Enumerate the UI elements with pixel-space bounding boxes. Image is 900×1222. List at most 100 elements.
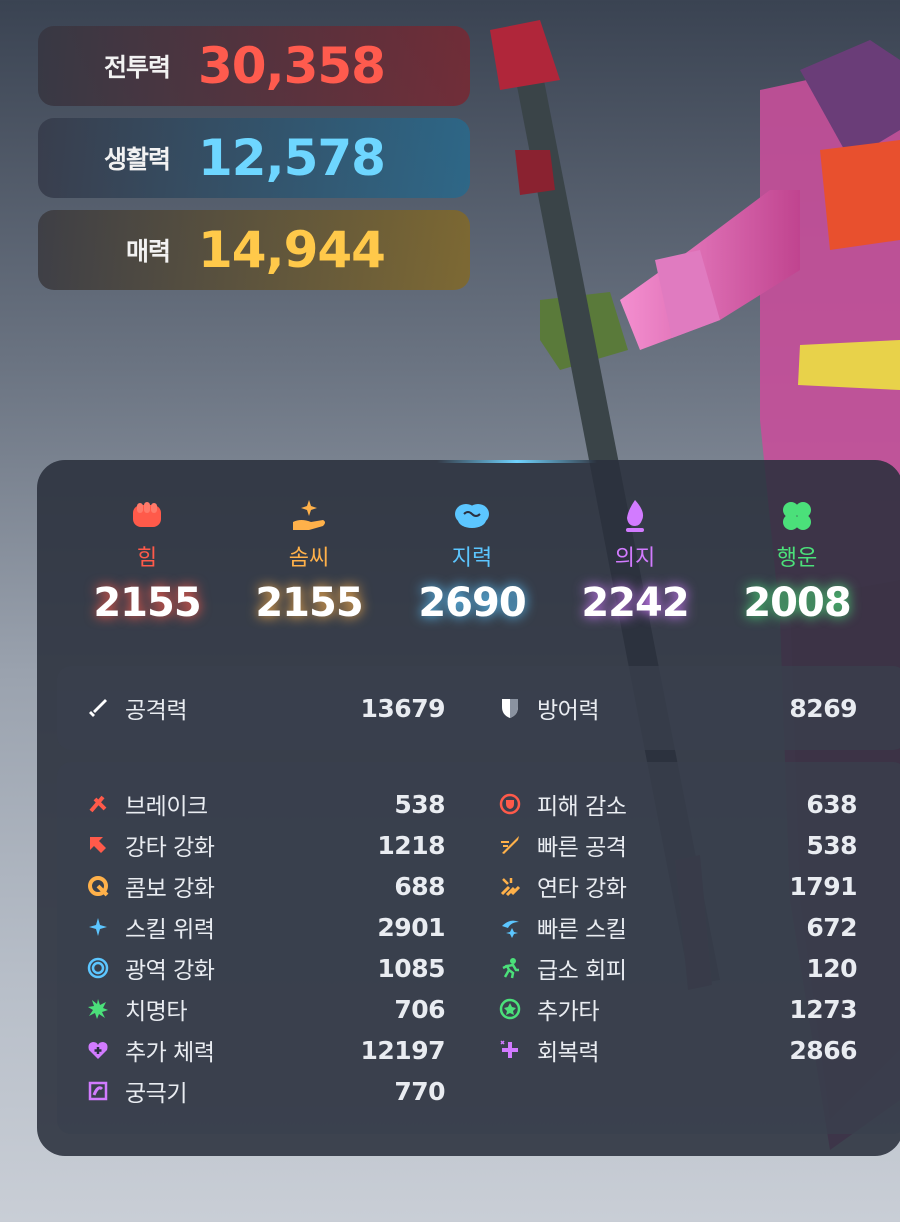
combo-icon bbox=[85, 873, 111, 899]
attribute-value: 2008 bbox=[743, 580, 851, 626]
clover-icon bbox=[717, 496, 877, 536]
charm-power-label: 매력 bbox=[125, 237, 171, 266]
brain-icon bbox=[392, 496, 552, 536]
attribute-dexterity[interactable]: 솜씨 2155 bbox=[229, 496, 389, 626]
stat-label: 강타 강화 bbox=[125, 835, 215, 861]
stat-label: 콤보 강화 bbox=[125, 876, 215, 902]
charm-power-value: 14,944 bbox=[198, 221, 386, 279]
flame-icon bbox=[555, 496, 715, 536]
hand-sparkle-icon bbox=[229, 496, 389, 536]
stat-row[interactable]: 추가타 1273 bbox=[497, 989, 858, 1029]
stat-label: 급소 회피 bbox=[537, 958, 627, 984]
attribute-name: 지력 bbox=[451, 546, 493, 571]
stat-row[interactable]: 피해 감소 638 bbox=[497, 784, 858, 824]
heart-plus-icon bbox=[85, 1037, 111, 1063]
stat-value: 688 bbox=[394, 871, 445, 901]
stat-label: 빠른 공격 bbox=[537, 835, 627, 861]
stat-row[interactable]: 브레이크 538 bbox=[85, 784, 446, 824]
sparkle-icon bbox=[85, 914, 111, 940]
stat-value: 2901 bbox=[377, 912, 445, 942]
ultimate-icon bbox=[85, 1078, 111, 1104]
recovery-icon bbox=[497, 1037, 523, 1063]
stat-label: 회복력 bbox=[537, 1040, 599, 1066]
stat-row[interactable]: 궁극기 770 bbox=[85, 1071, 446, 1111]
stat-value: 638 bbox=[806, 789, 857, 819]
ring-icon bbox=[85, 955, 111, 981]
stats-panel: 힘 2155 솜씨 2155 지력 2690 의지 2242 행운 2008 공… bbox=[37, 460, 900, 1156]
fast-attack-icon bbox=[497, 832, 523, 858]
attribute-row: 힘 2155 솜씨 2155 지력 2690 의지 2242 행운 2008 bbox=[37, 496, 900, 646]
stat-label: 궁극기 bbox=[125, 1081, 187, 1107]
stat-row-attack[interactable]: 공격력 13679 bbox=[85, 688, 446, 728]
stat-row[interactable]: 빠른 스킬 672 bbox=[497, 907, 858, 947]
stat-label: 빠른 스킬 bbox=[537, 917, 627, 943]
attribute-name: 솜씨 bbox=[288, 546, 330, 571]
attribute-luck[interactable]: 행운 2008 bbox=[717, 496, 877, 626]
stat-value: 770 bbox=[394, 1076, 445, 1106]
strike-arrow-icon bbox=[85, 832, 111, 858]
stat-row-defense[interactable]: 방어력 8269 bbox=[497, 688, 858, 728]
attribute-name: 힘 bbox=[136, 546, 158, 571]
stat-row[interactable]: 추가 체력 12197 bbox=[85, 1030, 446, 1070]
life-power-label: 생활력 bbox=[103, 145, 171, 174]
stat-label: 스킬 위력 bbox=[125, 917, 215, 943]
stat-label: 브레이크 bbox=[125, 794, 208, 820]
attribute-intelligence[interactable]: 지력 2690 bbox=[392, 496, 552, 626]
stat-row[interactable]: 치명타 706 bbox=[85, 989, 446, 1029]
combat-power-label: 전투력 bbox=[103, 53, 171, 82]
attribute-will[interactable]: 의지 2242 bbox=[555, 496, 715, 626]
charm-power-pill: 매력 14,944 bbox=[38, 210, 470, 290]
sub-stats-box: 브레이크 538 강타 강화 1218 콤보 강화 688 스킬 위력 2901… bbox=[57, 762, 900, 1134]
stat-value: 12197 bbox=[360, 1035, 446, 1065]
stat-label: 광역 강화 bbox=[125, 958, 215, 984]
stat-value: 538 bbox=[394, 789, 445, 819]
stat-row[interactable]: 스킬 위력 2901 bbox=[85, 907, 446, 947]
fist-icon bbox=[67, 496, 227, 536]
stat-value: 1218 bbox=[377, 830, 445, 860]
attribute-name: 의지 bbox=[614, 546, 656, 571]
break-icon bbox=[85, 791, 111, 817]
stat-label: 연타 강화 bbox=[537, 876, 627, 902]
stat-value: 1273 bbox=[789, 994, 857, 1024]
stat-row[interactable]: 광역 강화 1085 bbox=[85, 948, 446, 988]
stat-row[interactable]: 빠른 공격 538 bbox=[497, 825, 858, 865]
stat-value: 13679 bbox=[360, 693, 446, 723]
stat-label: 공격력 bbox=[125, 698, 187, 724]
stat-row[interactable]: 회복력 2866 bbox=[497, 1030, 858, 1070]
life-power-value: 12,578 bbox=[198, 129, 386, 187]
damage-reduce-icon bbox=[497, 791, 523, 817]
extra-hit-icon bbox=[497, 996, 523, 1022]
multi-hit-icon bbox=[497, 873, 523, 899]
stat-value: 2866 bbox=[789, 1035, 857, 1065]
combat-power-value: 30,358 bbox=[198, 37, 386, 95]
stat-value: 8269 bbox=[789, 693, 857, 723]
stat-label: 추가 체력 bbox=[125, 1040, 215, 1066]
stat-row[interactable]: 강타 강화 1218 bbox=[85, 825, 446, 865]
stat-value: 706 bbox=[394, 994, 445, 1024]
stat-value: 672 bbox=[806, 912, 857, 942]
burst-icon bbox=[85, 996, 111, 1022]
stat-row[interactable]: 연타 강화 1791 bbox=[497, 866, 858, 906]
fast-skill-icon bbox=[497, 914, 523, 940]
stat-value: 1791 bbox=[789, 871, 857, 901]
shield-icon bbox=[497, 695, 523, 721]
stat-label: 방어력 bbox=[537, 698, 599, 724]
attribute-value: 2155 bbox=[93, 580, 201, 626]
attribute-value: 2242 bbox=[581, 580, 689, 626]
combat-power-pill: 전투력 30,358 bbox=[38, 26, 470, 106]
stat-value: 120 bbox=[806, 953, 857, 983]
stat-row[interactable]: 콤보 강화 688 bbox=[85, 866, 446, 906]
stat-row[interactable]: 급소 회피 120 bbox=[497, 948, 858, 988]
attribute-name: 행운 bbox=[776, 546, 818, 571]
attribute-strength[interactable]: 힘 2155 bbox=[67, 496, 227, 626]
sword-icon bbox=[85, 695, 111, 721]
attribute-value: 2155 bbox=[255, 580, 363, 626]
stat-label: 치명타 bbox=[125, 999, 187, 1025]
life-power-pill: 생활력 12,578 bbox=[38, 118, 470, 198]
main-stats-box: 공격력 13679 방어력 8269 bbox=[57, 666, 900, 750]
stat-value: 538 bbox=[806, 830, 857, 860]
panel-glow bbox=[437, 460, 597, 463]
stat-label: 피해 감소 bbox=[537, 794, 627, 820]
stat-value: 1085 bbox=[377, 953, 445, 983]
dodge-icon bbox=[497, 955, 523, 981]
